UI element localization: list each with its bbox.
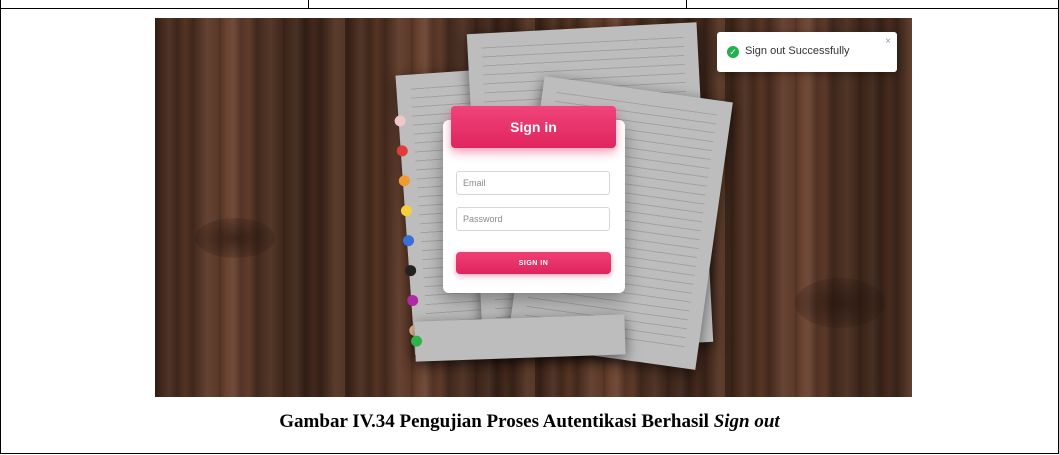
figure-caption: Gambar IV.34 Pengujian Proses Autentikas… xyxy=(0,411,1059,433)
email-field[interactable] xyxy=(456,171,610,195)
password-field[interactable] xyxy=(456,207,610,231)
caption-text: Gambar IV.34 Pengujian Proses Autentikas… xyxy=(279,411,714,432)
wood-texture xyxy=(795,278,885,328)
color-swatch xyxy=(398,174,411,187)
table-row-divider xyxy=(0,8,1059,9)
color-swatch xyxy=(402,234,415,247)
color-swatch xyxy=(410,335,423,347)
toast-message: Sign out Successfully xyxy=(745,45,850,57)
caption-emphasis: Sign out xyxy=(713,411,780,432)
table-column-divider xyxy=(686,0,687,8)
table-column-divider xyxy=(308,0,309,8)
close-icon[interactable]: × xyxy=(885,36,891,47)
sign-in-button[interactable]: SIGN IN xyxy=(456,252,611,274)
color-swatch xyxy=(394,115,407,127)
color-swatch xyxy=(406,294,419,307)
wood-texture xyxy=(195,218,275,258)
check-circle-icon: ✓ xyxy=(727,46,739,58)
color-swatch xyxy=(404,264,417,277)
login-title: Sign in xyxy=(510,119,557,135)
background-paper xyxy=(410,314,626,362)
toast-notification: ✓ Sign out Successfully × xyxy=(717,32,897,72)
app-screenshot: Sign in SIGN IN ✓ Sign out Successfully … xyxy=(155,18,912,397)
color-swatch xyxy=(396,145,409,157)
color-swatch xyxy=(400,204,413,217)
login-header: Sign in xyxy=(451,106,616,148)
